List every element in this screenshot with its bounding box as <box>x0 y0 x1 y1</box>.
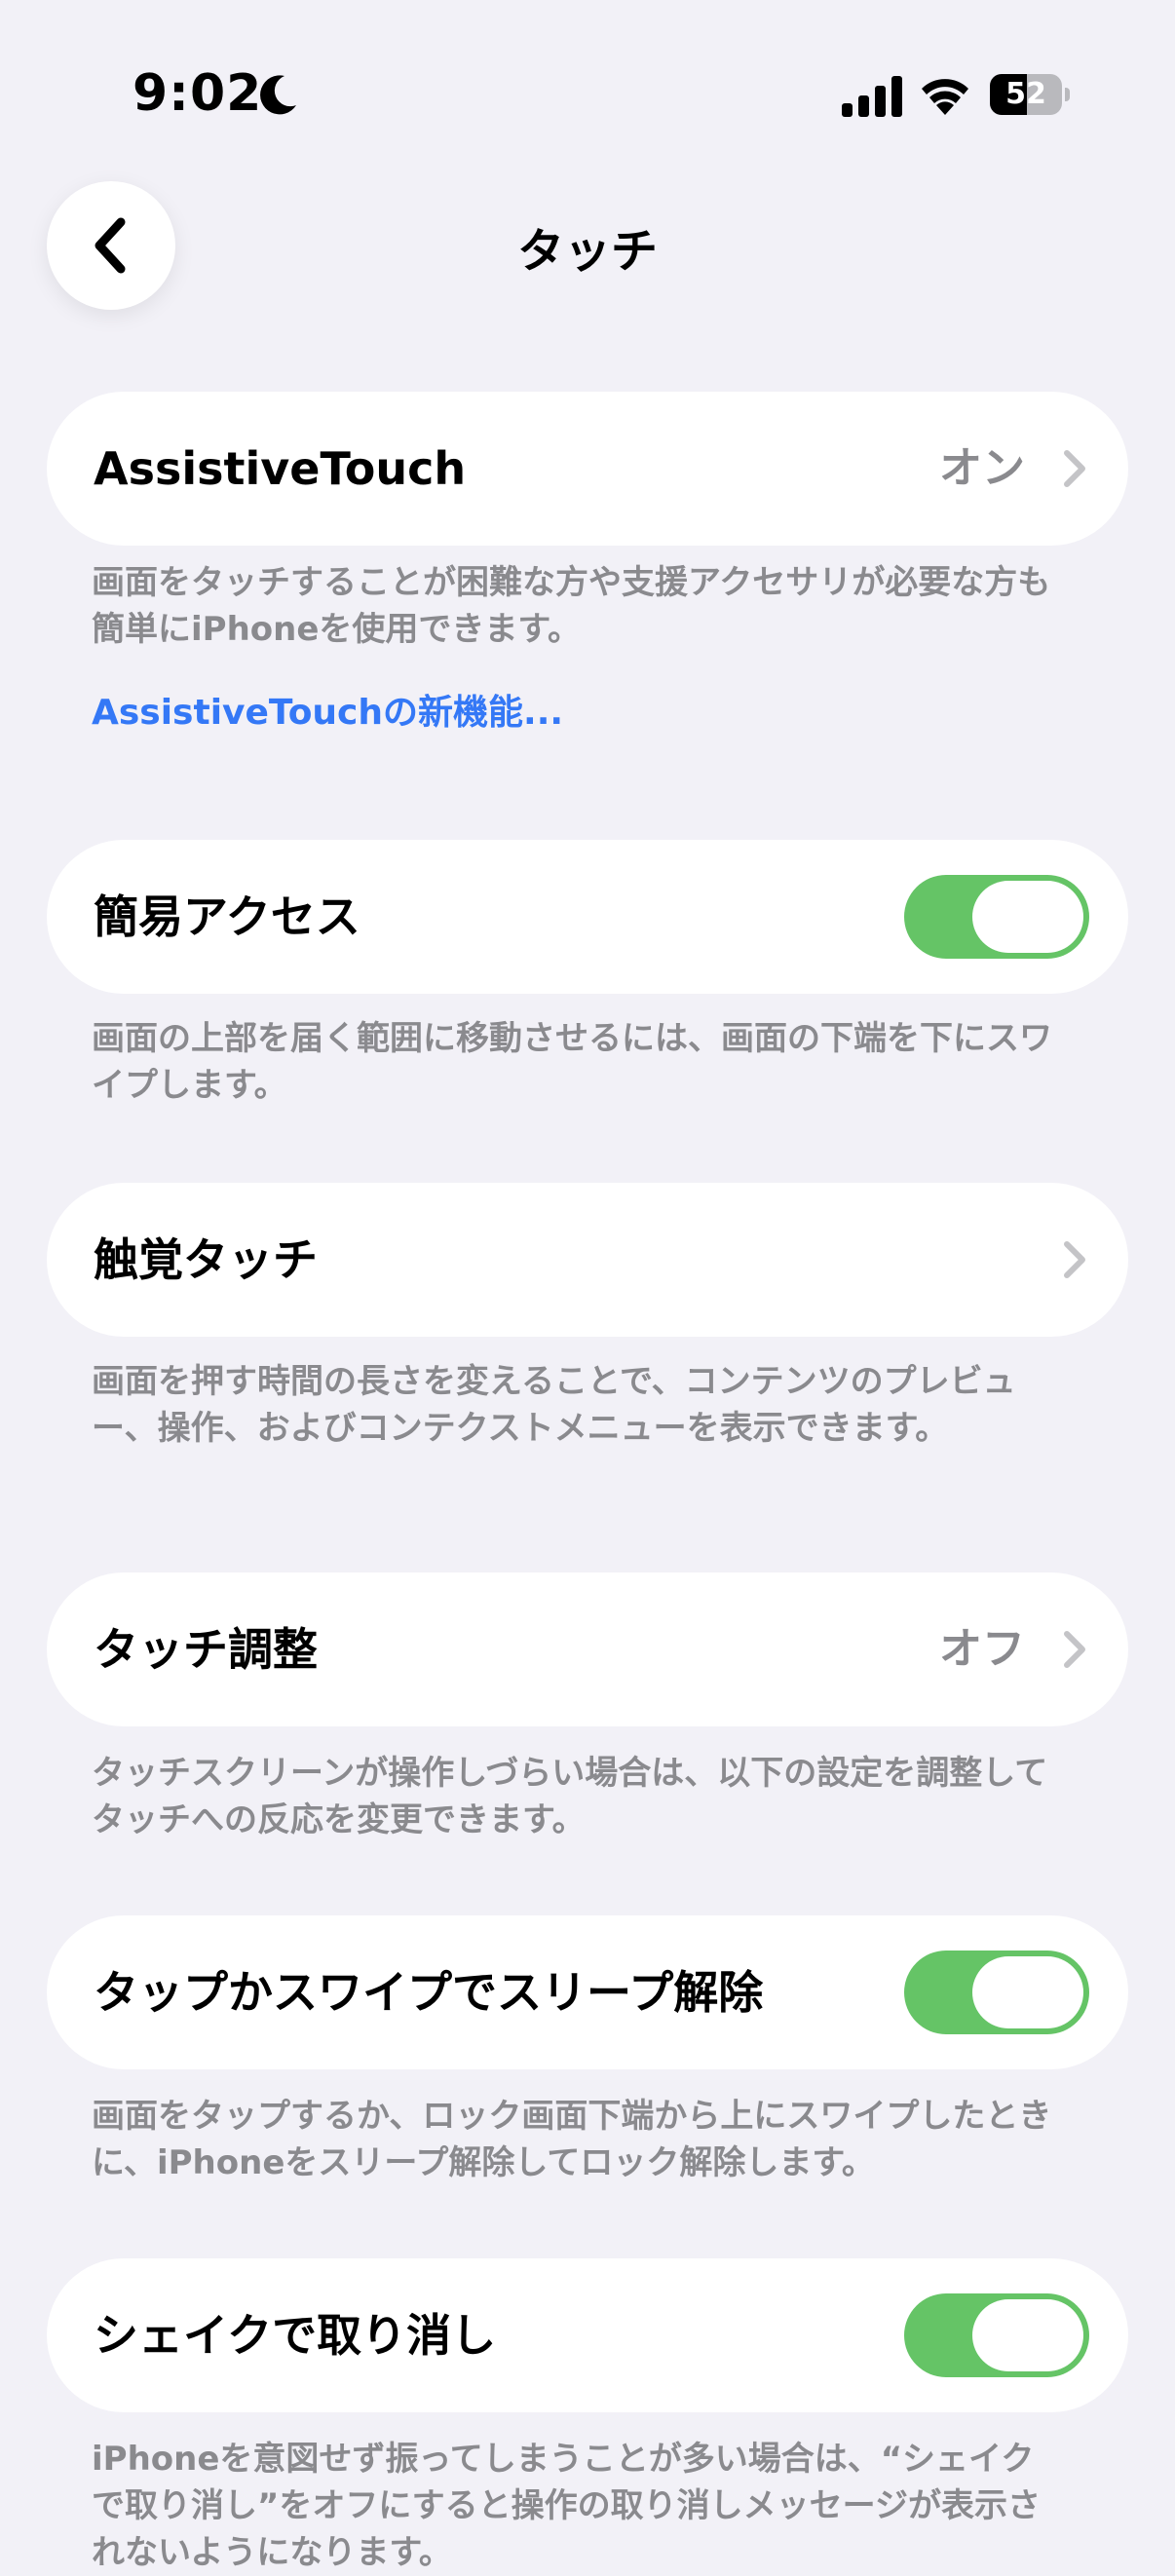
assistivetouch-value: オン <box>939 443 1025 493</box>
shake-to-undo-toggle[interactable] <box>904 2293 1089 2377</box>
touch-accommodations-row[interactable]: タッチ調整 オフ <box>47 1572 1128 1726</box>
status-time: 9:02 <box>133 64 263 123</box>
assistivetouch-whats-new-link[interactable]: AssistiveTouchの新機能... <box>92 684 563 735</box>
chevron-right-icon <box>1064 450 1085 487</box>
haptic-touch-footer: 画面を押す時間の長さを変えることで、コンテンツのプレビュー、操作、およびコンテク… <box>92 1362 1016 1448</box>
wifi-icon <box>922 79 968 115</box>
status-bar: 9:02 52 <box>0 0 1175 185</box>
battery-indicator: 52 <box>990 74 1070 115</box>
assistivetouch-row[interactable]: AssistiveTouch オン <box>47 392 1128 546</box>
moon-icon <box>260 75 296 115</box>
reachability-label: 簡易アクセス <box>94 890 360 943</box>
touch-accommodations-footer: タッチスクリーンが操作しづらい場合は、以下の設定を調整してタッチへの反応を変更で… <box>92 1754 1048 1839</box>
toggle-knob <box>972 881 1083 953</box>
tap-to-wake-label: タップかスワイプでスリープ解除 <box>94 1966 764 2019</box>
reachability-row: 簡易アクセス <box>47 840 1128 994</box>
battery-tip <box>1065 88 1070 101</box>
battery-percent: 52 <box>1005 77 1046 111</box>
assistivetouch-label: AssistiveTouch <box>94 442 467 495</box>
chevron-right-icon <box>1064 1241 1085 1278</box>
reachability-toggle[interactable] <box>904 875 1089 959</box>
chevron-right-icon <box>1064 1631 1085 1668</box>
shake-to-undo-row: シェイクで取り消し <box>47 2258 1128 2412</box>
reachability-footer: 画面の上部を届く範囲に移動させるには、画面の下端を下にスワイプします。 <box>92 1019 1052 1105</box>
touch-accommodations-value: オフ <box>939 1624 1025 1674</box>
touch-accommodations-label: タッチ調整 <box>94 1623 318 1676</box>
toggle-knob <box>972 1956 1083 2028</box>
tap-to-wake-toggle[interactable] <box>904 1951 1089 2034</box>
tap-to-wake-footer: 画面をタップするか、ロック画面下端から上にスワイプしたときに、iPhoneをスリ… <box>92 2097 1052 2182</box>
tap-to-wake-row: タップかスワイプでスリープ解除 <box>47 1915 1128 2069</box>
haptic-touch-label: 触覚タッチ <box>94 1233 318 1286</box>
cellular-signal-icon <box>842 76 902 117</box>
shake-to-undo-label: シェイクで取り消し <box>94 2309 497 2362</box>
assistivetouch-footer: 画面をタッチすることが困難な方や支援アクセサリが必要な方も簡単にiPhoneを使… <box>92 563 1051 649</box>
shake-to-undo-footer: iPhoneを意図せず振ってしまうことが多い場合は、“シェイクで取り消し”をオフ… <box>92 2440 1042 2572</box>
battery-body: 52 <box>990 74 1062 115</box>
toggle-knob <box>972 2299 1083 2371</box>
haptic-touch-row[interactable]: 触覚タッチ <box>47 1183 1128 1337</box>
page-title: タッチ <box>516 224 658 279</box>
